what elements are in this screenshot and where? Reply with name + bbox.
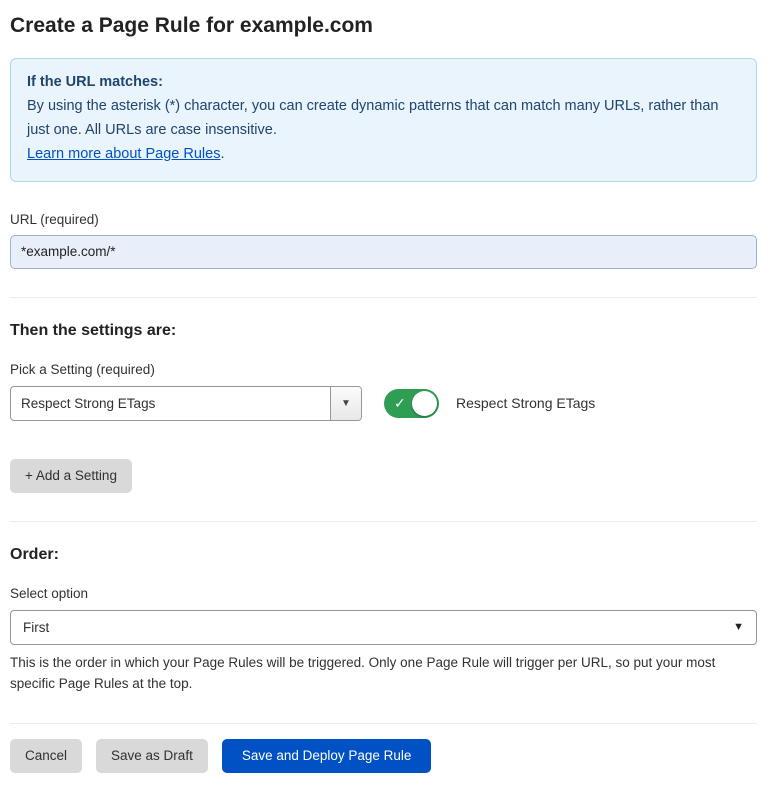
order-section-heading: Order:	[10, 546, 757, 564]
toggle-label: Respect Strong ETags	[456, 395, 595, 411]
url-field-label: URL (required)	[10, 212, 757, 227]
order-select[interactable]: First ▼	[10, 610, 757, 645]
setting-row: Respect Strong ETags ▼ ✓ Respect Strong …	[10, 386, 757, 421]
pick-setting-label: Pick a Setting (required)	[10, 362, 757, 377]
order-select-value: First	[23, 620, 733, 635]
url-input[interactable]	[10, 235, 757, 269]
setting-dropdown[interactable]: Respect Strong ETags ▼	[10, 386, 362, 421]
footer-actions: Cancel Save as Draft Save and Deploy Pag…	[10, 723, 757, 789]
check-icon: ✓	[394, 396, 406, 410]
settings-section-heading: Then the settings are:	[10, 322, 757, 340]
page-title: Create a Page Rule for example.com	[10, 14, 757, 38]
select-option-label: Select option	[10, 586, 757, 601]
save-as-draft-button[interactable]: Save as Draft	[96, 739, 208, 773]
add-setting-button[interactable]: + Add a Setting	[10, 459, 132, 493]
toggle-knob	[412, 391, 437, 416]
learn-more-link[interactable]: Learn more about Page Rules	[27, 146, 220, 162]
divider	[10, 521, 757, 522]
setting-dropdown-caret-button[interactable]: ▼	[330, 387, 361, 420]
page-rule-form: Create a Page Rule for example.com If th…	[0, 0, 769, 789]
cancel-button[interactable]: Cancel	[10, 739, 82, 773]
link-suffix: .	[220, 146, 224, 162]
chevron-down-icon: ▼	[341, 398, 351, 409]
chevron-down-icon: ▼	[733, 621, 744, 633]
info-box-link-row: Learn more about Page Rules.	[27, 143, 740, 167]
info-box-heading: If the URL matches:	[27, 71, 740, 95]
divider	[10, 297, 757, 298]
info-box-body: By using the asterisk (*) character, you…	[27, 95, 740, 143]
save-and-deploy-button[interactable]: Save and Deploy Page Rule	[222, 739, 432, 773]
url-match-info-box: If the URL matches: By using the asteris…	[10, 58, 757, 182]
order-help-text: This is the order in which your Page Rul…	[10, 652, 757, 695]
setting-dropdown-value: Respect Strong ETags	[11, 387, 330, 420]
respect-strong-etags-toggle[interactable]: ✓	[384, 389, 439, 418]
